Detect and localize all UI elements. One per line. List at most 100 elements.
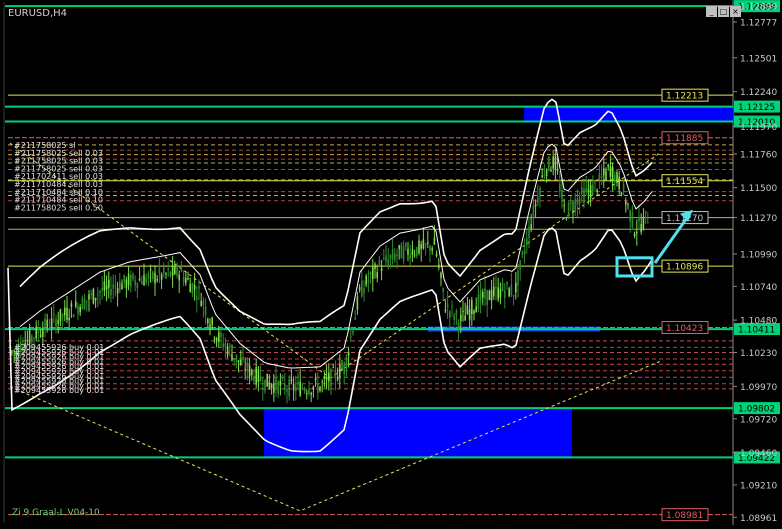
candle-body bbox=[532, 206, 535, 219]
candle-body bbox=[233, 357, 235, 360]
candle-body bbox=[119, 281, 121, 291]
candle-body bbox=[622, 184, 625, 193]
candle-body bbox=[251, 369, 253, 375]
candle-body bbox=[240, 359, 242, 365]
candle-body bbox=[484, 288, 486, 299]
candle-body bbox=[242, 356, 244, 360]
y-tick-label: 1.10230 bbox=[740, 349, 777, 359]
candle-body bbox=[625, 201, 627, 205]
candle-body bbox=[114, 286, 117, 288]
candle-body bbox=[389, 255, 392, 259]
chart-title: EURUSD,H4 bbox=[8, 8, 67, 19]
candle-body bbox=[530, 224, 532, 229]
candle-body bbox=[405, 243, 407, 247]
candle-body bbox=[416, 247, 418, 256]
candle-body bbox=[101, 287, 103, 291]
candle-body bbox=[83, 299, 86, 310]
candle-body bbox=[592, 184, 594, 195]
candle-body bbox=[31, 336, 33, 340]
candle-body bbox=[123, 274, 125, 283]
candle-body bbox=[411, 249, 414, 255]
candle-body bbox=[418, 240, 420, 254]
candle-body bbox=[548, 157, 550, 170]
candle-body bbox=[561, 189, 563, 202]
candle-body bbox=[180, 267, 183, 272]
candle-body bbox=[600, 176, 603, 178]
candle-body bbox=[222, 343, 224, 348]
candle-body bbox=[523, 249, 526, 255]
candle-body bbox=[209, 324, 211, 329]
close-button[interactable]: × bbox=[730, 6, 741, 17]
candle-body bbox=[37, 329, 40, 334]
candle-body bbox=[149, 269, 152, 271]
candle-body bbox=[301, 387, 304, 389]
candle-body bbox=[182, 276, 185, 283]
candle-body bbox=[343, 363, 345, 374]
candle-body bbox=[574, 199, 576, 212]
candle-body bbox=[125, 279, 128, 289]
candle-body bbox=[152, 271, 154, 279]
candle-body bbox=[26, 339, 29, 342]
y-tick-label: 1.11970 bbox=[740, 123, 777, 133]
candle-body bbox=[171, 265, 174, 276]
candle-body bbox=[163, 266, 165, 274]
candle-body bbox=[154, 272, 156, 284]
candle-body bbox=[473, 311, 475, 314]
candle-body bbox=[196, 296, 198, 300]
candle-body bbox=[237, 360, 240, 363]
candle-body bbox=[204, 306, 207, 316]
candle-body bbox=[259, 376, 262, 381]
candle-body bbox=[526, 238, 528, 246]
candle-body bbox=[33, 337, 35, 339]
candle-body bbox=[583, 189, 585, 204]
candle-body bbox=[572, 210, 574, 212]
candle-body bbox=[178, 274, 180, 281]
candle-body bbox=[361, 280, 363, 297]
candle-body bbox=[257, 369, 260, 382]
candle-body bbox=[504, 290, 506, 298]
y-tick-label: 1.12240 bbox=[740, 88, 777, 98]
candle-body bbox=[213, 338, 216, 340]
candle-body bbox=[319, 386, 321, 391]
candle-body bbox=[94, 297, 97, 301]
candle-body bbox=[374, 264, 376, 269]
candle-body bbox=[378, 259, 381, 266]
candle-body bbox=[433, 237, 436, 245]
candle-body bbox=[99, 291, 101, 293]
candle-body bbox=[638, 216, 640, 222]
candle-body bbox=[609, 166, 612, 177]
minimize-button[interactable]: _ bbox=[706, 6, 717, 17]
candle-body bbox=[385, 255, 387, 262]
candle-body bbox=[202, 300, 205, 306]
candle-body bbox=[482, 291, 484, 298]
maximize-button[interactable]: □ bbox=[718, 6, 729, 17]
candle-body bbox=[367, 280, 370, 283]
candle-body bbox=[273, 383, 275, 393]
candle-body bbox=[407, 248, 409, 255]
candle-body bbox=[636, 231, 638, 234]
candle-body bbox=[642, 216, 645, 230]
candle-body bbox=[306, 392, 308, 394]
candle-body bbox=[446, 303, 449, 308]
candle-body bbox=[290, 378, 293, 382]
candle-body bbox=[400, 243, 403, 259]
candle-body bbox=[629, 210, 631, 222]
candle-body bbox=[444, 309, 447, 312]
candle-body bbox=[453, 315, 455, 320]
candle-body bbox=[35, 326, 37, 339]
candle-body bbox=[493, 286, 495, 297]
candle-body bbox=[464, 315, 466, 321]
candle-body bbox=[427, 242, 429, 244]
candle-body bbox=[477, 294, 480, 310]
candle-body bbox=[130, 275, 132, 287]
chart-area[interactable]: 1.12213 1.11885 1.11554 1.11270 1.10896 1.104… bbox=[0, 0, 782, 525]
candle-body bbox=[325, 376, 328, 380]
candle-body bbox=[281, 377, 284, 379]
candle-body bbox=[174, 266, 176, 275]
y-tick-label: 1.10740 bbox=[740, 283, 777, 293]
candle-body bbox=[169, 271, 172, 277]
candle-body bbox=[352, 330, 354, 334]
candle-body bbox=[475, 306, 477, 313]
candle-body bbox=[603, 168, 605, 176]
candle-body bbox=[543, 174, 546, 177]
